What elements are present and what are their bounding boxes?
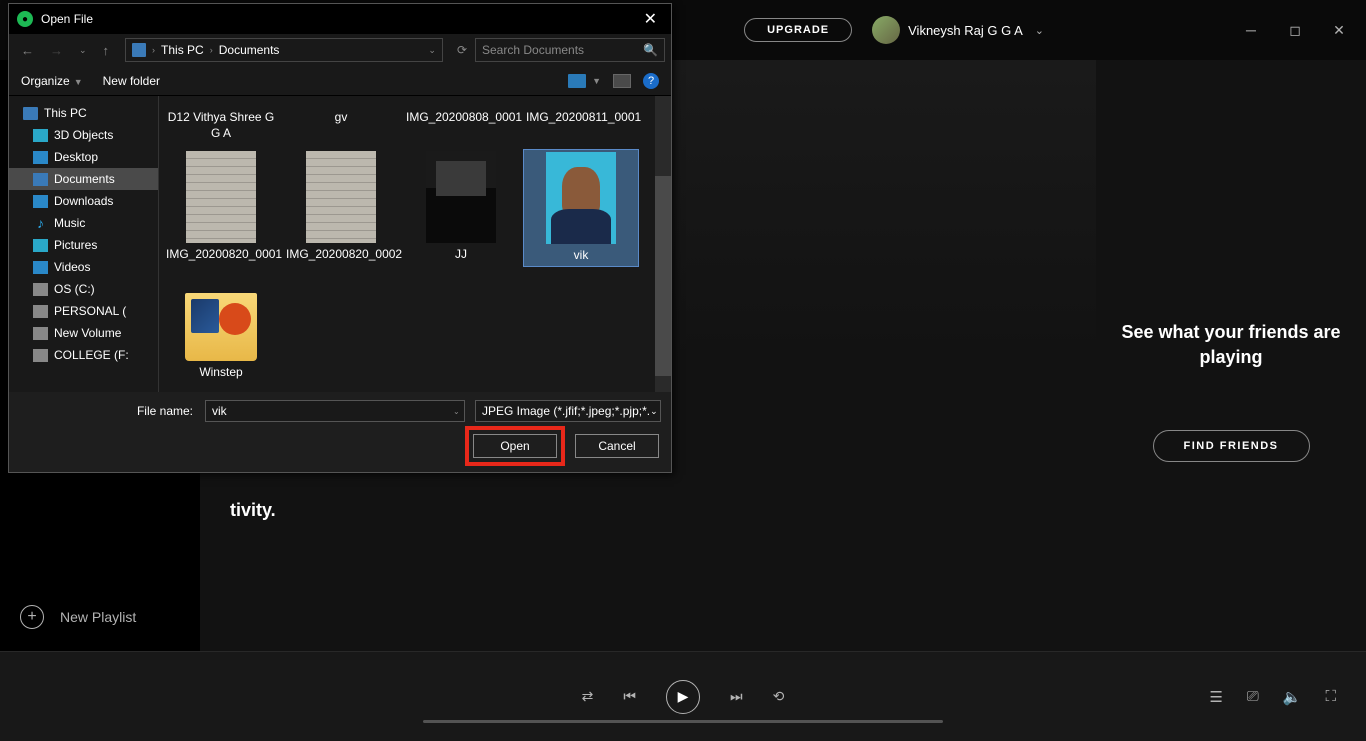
view-mode-button[interactable]: ▼ — [568, 74, 601, 88]
breadcrumb-sep: › — [152, 45, 155, 55]
dialog-footer: File name: ⌄ JPEG Image (*.jfif;*.jpeg;*… — [9, 392, 671, 472]
player-bar: ⇄ ⏮ ▶ ⏭ ⟲ ☰ ⎚ 🔈 ⛶ — [0, 651, 1366, 741]
open-button-highlight: Open — [465, 426, 565, 466]
nav-history-icon[interactable]: ⌄ — [73, 43, 93, 58]
spotify-friend-panel: See what your friends are playing FIND F… — [1096, 60, 1366, 651]
file-grid[interactable]: D12 Vithya Shree G G A gv IMG_20200808_0… — [159, 96, 671, 392]
file-item[interactable]: gv — [283, 104, 399, 143]
file-item-folder[interactable]: Winstep — [163, 273, 279, 383]
dialog-close-button[interactable]: ✕ — [638, 9, 663, 29]
file-type-filter[interactable]: JPEG Image (*.jfif;*.jpeg;*.pjp;*.⌄ — [475, 400, 661, 422]
file-item[interactable]: IMG_20200811_0001 — [523, 104, 639, 143]
user-menu[interactable]: Vikneysh Raj G G A ⌄ — [872, 16, 1044, 44]
file-item-selected[interactable]: vik — [523, 149, 639, 267]
fullscreen-icon[interactable]: ⛶ — [1325, 688, 1336, 706]
nav-back-icon[interactable]: ← — [15, 41, 40, 60]
chevron-down-icon: ⌄ — [1035, 24, 1044, 37]
filename-dropdown-icon[interactable]: ⌄ — [453, 407, 461, 416]
dialog-toolbar: Organize▼ New folder ▼ ? — [9, 66, 671, 96]
avatar — [872, 16, 900, 44]
find-friends-button[interactable]: FIND FRIENDS — [1153, 430, 1310, 462]
address-dropdown-icon[interactable]: ⌄ — [428, 45, 436, 56]
sidebar-item-newvolume[interactable]: New Volume — [9, 322, 158, 344]
previous-icon[interactable]: ⏮ — [623, 688, 636, 705]
sidebar-item-3dobjects[interactable]: 3D Objects — [9, 124, 158, 146]
dialog-titlebar[interactable]: ● Open File ✕ — [9, 4, 671, 34]
address-bar[interactable]: › This PC › Documents ⌄ — [125, 38, 443, 62]
sidebar-item-thispc[interactable]: This PC — [9, 102, 158, 124]
new-folder-button[interactable]: New folder — [103, 74, 160, 88]
search-icon: 🔍 — [643, 43, 658, 57]
dialog-title: Open File — [41, 12, 93, 26]
cancel-button[interactable]: Cancel — [575, 434, 659, 458]
dialog-nav-bar: ← → ⌄ ↑ › This PC › Documents ⌄ ⟳ Search… — [9, 34, 671, 66]
sidebar-item-pictures[interactable]: Pictures — [9, 234, 158, 256]
friends-heading: See what your friends are playing — [1116, 320, 1346, 370]
filename-input[interactable] — [205, 400, 465, 422]
preview-pane-button[interactable] — [613, 74, 631, 88]
spotify-icon: ● — [17, 11, 33, 27]
player-right-controls: ☰ ⎚ 🔈 ⛶ — [1209, 688, 1336, 706]
window-controls: ─ ◻ ✕ — [1244, 23, 1346, 37]
sidebar-item-videos[interactable]: Videos — [9, 256, 158, 278]
nav-forward-icon[interactable]: → — [44, 41, 69, 60]
sidebar-item-documents[interactable]: Documents — [9, 168, 158, 190]
next-icon[interactable]: ⏭ — [730, 688, 743, 705]
plus-icon: + — [20, 605, 44, 629]
file-scrollbar[interactable] — [655, 96, 671, 392]
nav-up-icon[interactable]: ↑ — [97, 41, 116, 60]
open-button[interactable]: Open — [473, 434, 557, 458]
sidebar-item-downloads[interactable]: Downloads — [9, 190, 158, 212]
folder-icon — [132, 43, 146, 57]
user-name: Vikneysh Raj G G A — [908, 23, 1023, 38]
new-playlist-button[interactable]: + New Playlist — [0, 593, 200, 641]
shuffle-icon[interactable]: ⇄ — [582, 688, 594, 705]
volume-icon[interactable]: 🔈 — [1283, 688, 1302, 706]
file-item[interactable]: IMG_20200820_0001 — [163, 149, 279, 267]
sidebar-item-os-c[interactable]: OS (C:) — [9, 278, 158, 300]
open-file-dialog: ● Open File ✕ ← → ⌄ ↑ › This PC › Docume… — [8, 3, 672, 473]
organize-menu[interactable]: Organize▼ — [21, 74, 83, 88]
dialog-body: This PC 3D Objects Desktop Documents Dow… — [9, 96, 671, 392]
breadcrumb-sep: › — [210, 45, 213, 55]
upgrade-button[interactable]: UPGRADE — [744, 18, 852, 42]
search-placeholder: Search Documents — [482, 43, 584, 57]
file-item[interactable]: IMG_20200820_0002 — [283, 149, 399, 267]
player-controls: ⇄ ⏮ ▶ ⏭ ⟲ — [582, 680, 785, 714]
play-button[interactable]: ▶ — [666, 680, 700, 714]
devices-icon[interactable]: ⎚ — [1247, 688, 1259, 706]
dialog-sidebar: This PC 3D Objects Desktop Documents Dow… — [9, 96, 159, 392]
sidebar-item-music[interactable]: ♪Music — [9, 212, 158, 234]
new-playlist-label: New Playlist — [60, 609, 136, 625]
sidebar-item-desktop[interactable]: Desktop — [9, 146, 158, 168]
sidebar-item-personal[interactable]: PERSONAL ( — [9, 300, 158, 322]
help-icon[interactable]: ? — [643, 73, 659, 89]
repeat-icon[interactable]: ⟲ — [773, 688, 785, 705]
filename-label: File name: — [19, 404, 199, 418]
file-item[interactable]: JJ — [403, 149, 519, 267]
search-input[interactable]: Search Documents 🔍 — [475, 38, 665, 62]
activity-label-partial: tivity. — [230, 500, 276, 521]
progress-bar[interactable] — [423, 720, 943, 723]
close-button[interactable]: ✕ — [1332, 23, 1346, 37]
maximize-button[interactable]: ◻ — [1288, 23, 1302, 37]
sidebar-item-college-f[interactable]: COLLEGE (F: — [9, 344, 158, 366]
file-item[interactable]: IMG_20200808_0001 — [403, 104, 519, 143]
minimize-button[interactable]: ─ — [1244, 23, 1258, 37]
breadcrumb-root[interactable]: This PC — [161, 43, 204, 57]
queue-icon[interactable]: ☰ — [1209, 688, 1222, 706]
refresh-icon[interactable]: ⟳ — [453, 43, 471, 57]
breadcrumb-folder[interactable]: Documents — [219, 43, 280, 57]
file-item[interactable]: D12 Vithya Shree G G A — [163, 104, 279, 143]
